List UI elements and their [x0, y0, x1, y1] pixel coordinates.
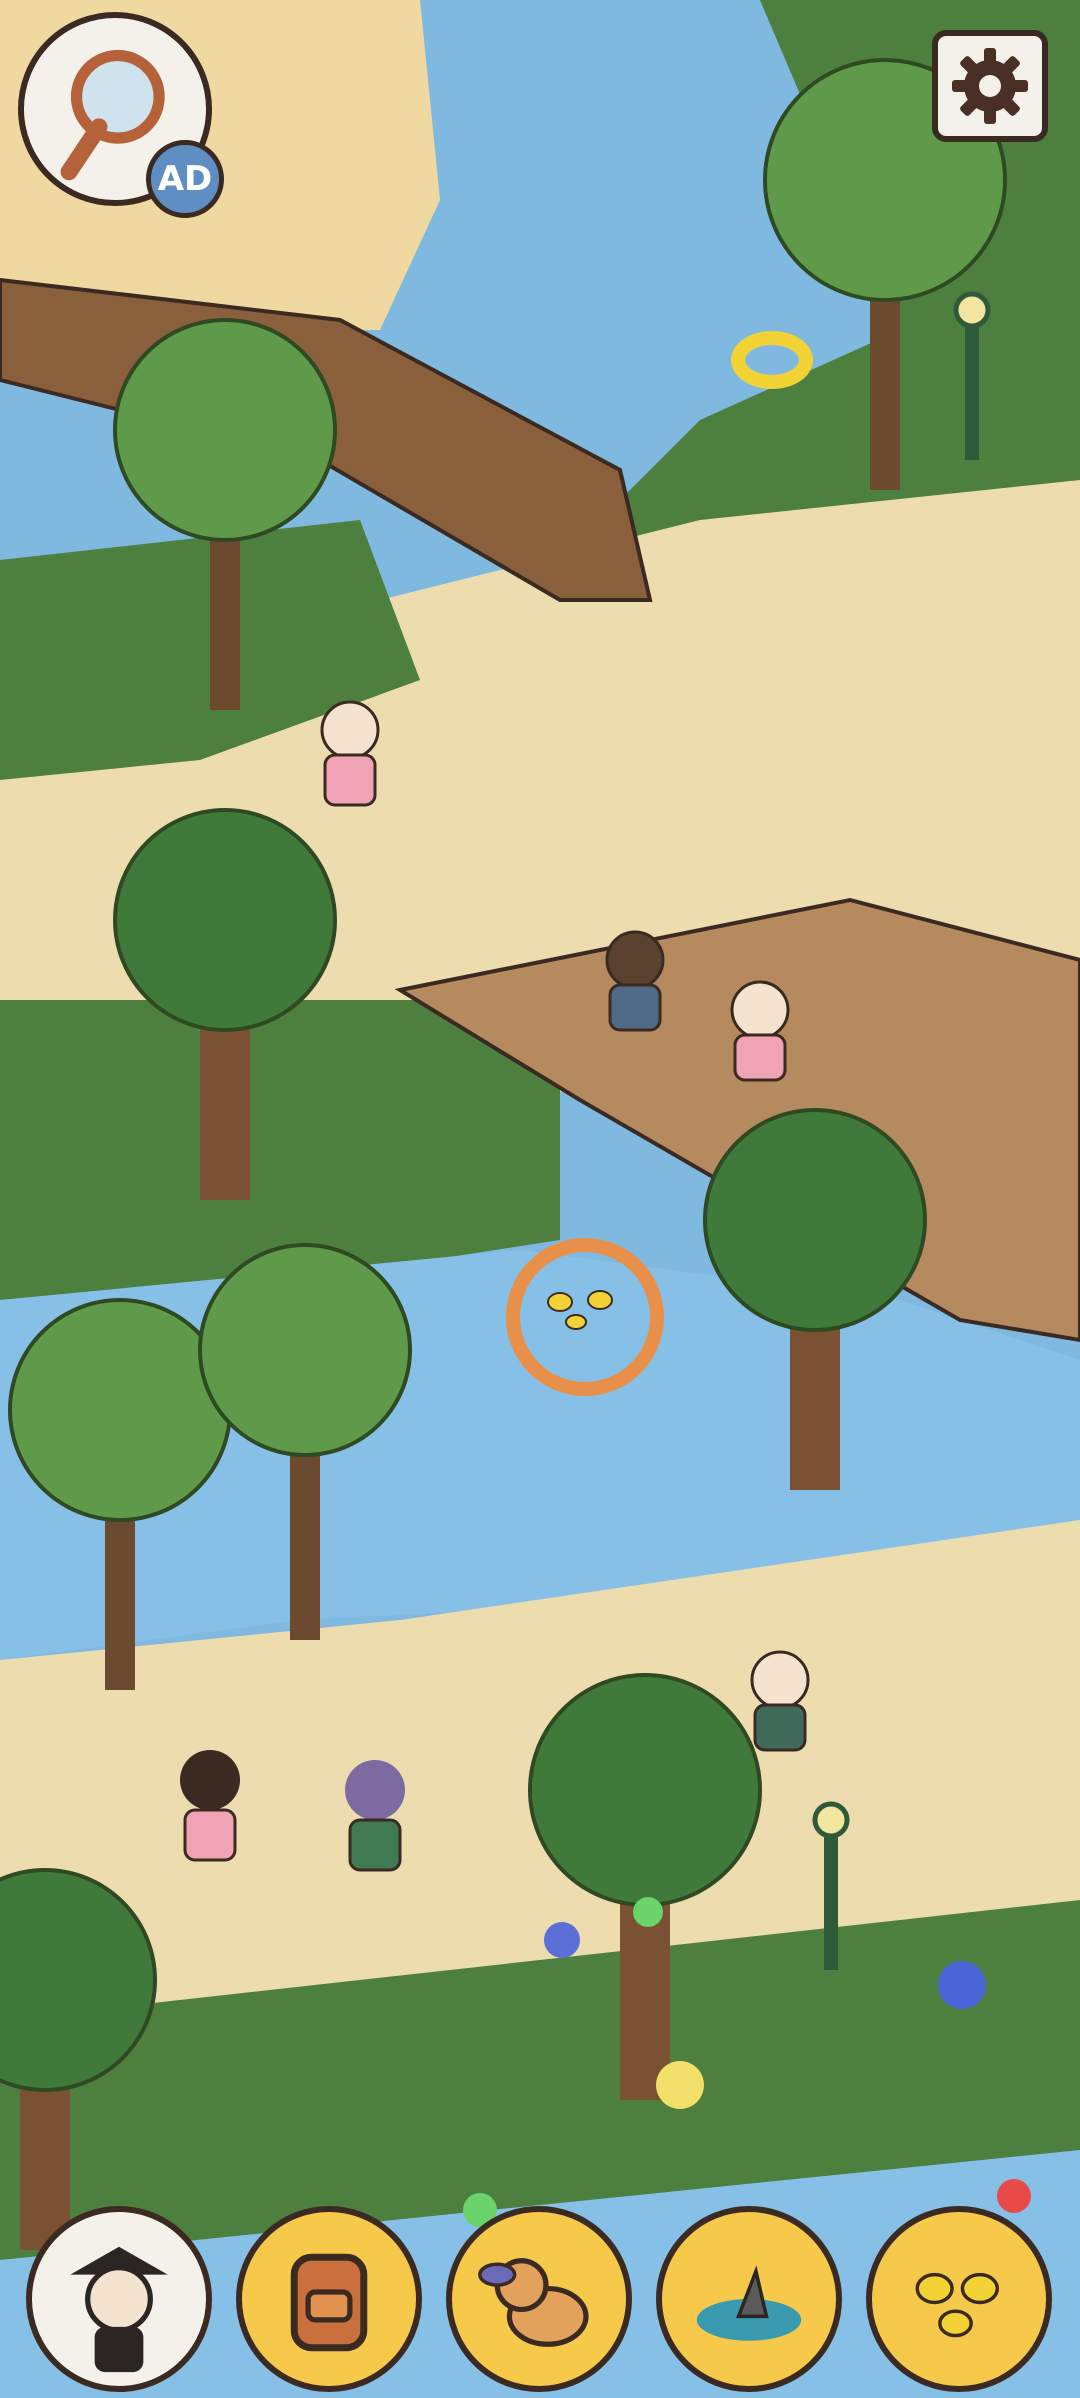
tray-item-dog[interactable] — [446, 2206, 632, 2392]
beach-ball-1 — [544, 1922, 580, 1958]
settings-button[interactable] — [932, 30, 1048, 142]
beach-ball-3 — [656, 2061, 704, 2109]
person-red-cap — [730, 980, 790, 1082]
shark-icon — [696, 2265, 802, 2341]
game-scene[interactable] — [0, 0, 1080, 2398]
beach-ball-4 — [938, 1961, 986, 2009]
ducklings-icon — [915, 2272, 1000, 2338]
ad-badge: AD — [146, 140, 224, 218]
gear-icon — [952, 48, 1028, 124]
pirate-icon — [70, 2246, 168, 2373]
beach-ball-2 — [633, 1897, 663, 1927]
tray-item-ducklings[interactable] — [866, 2206, 1052, 2392]
person-umbrella-hat — [605, 930, 665, 1032]
person-bun — [750, 1650, 810, 1752]
beach-ball-6 — [997, 2179, 1031, 2213]
dog-icon — [478, 2258, 589, 2347]
tray-item-shark[interactable] — [656, 2206, 842, 2392]
hint-magnifier-button[interactable]: AD — [18, 12, 224, 218]
tray-item-backpack[interactable] — [236, 2206, 422, 2392]
tray-item-pirate[interactable] — [26, 2206, 212, 2392]
backpack-icon — [290, 2253, 368, 2352]
target-marker-circle[interactable] — [506, 1238, 664, 1396]
